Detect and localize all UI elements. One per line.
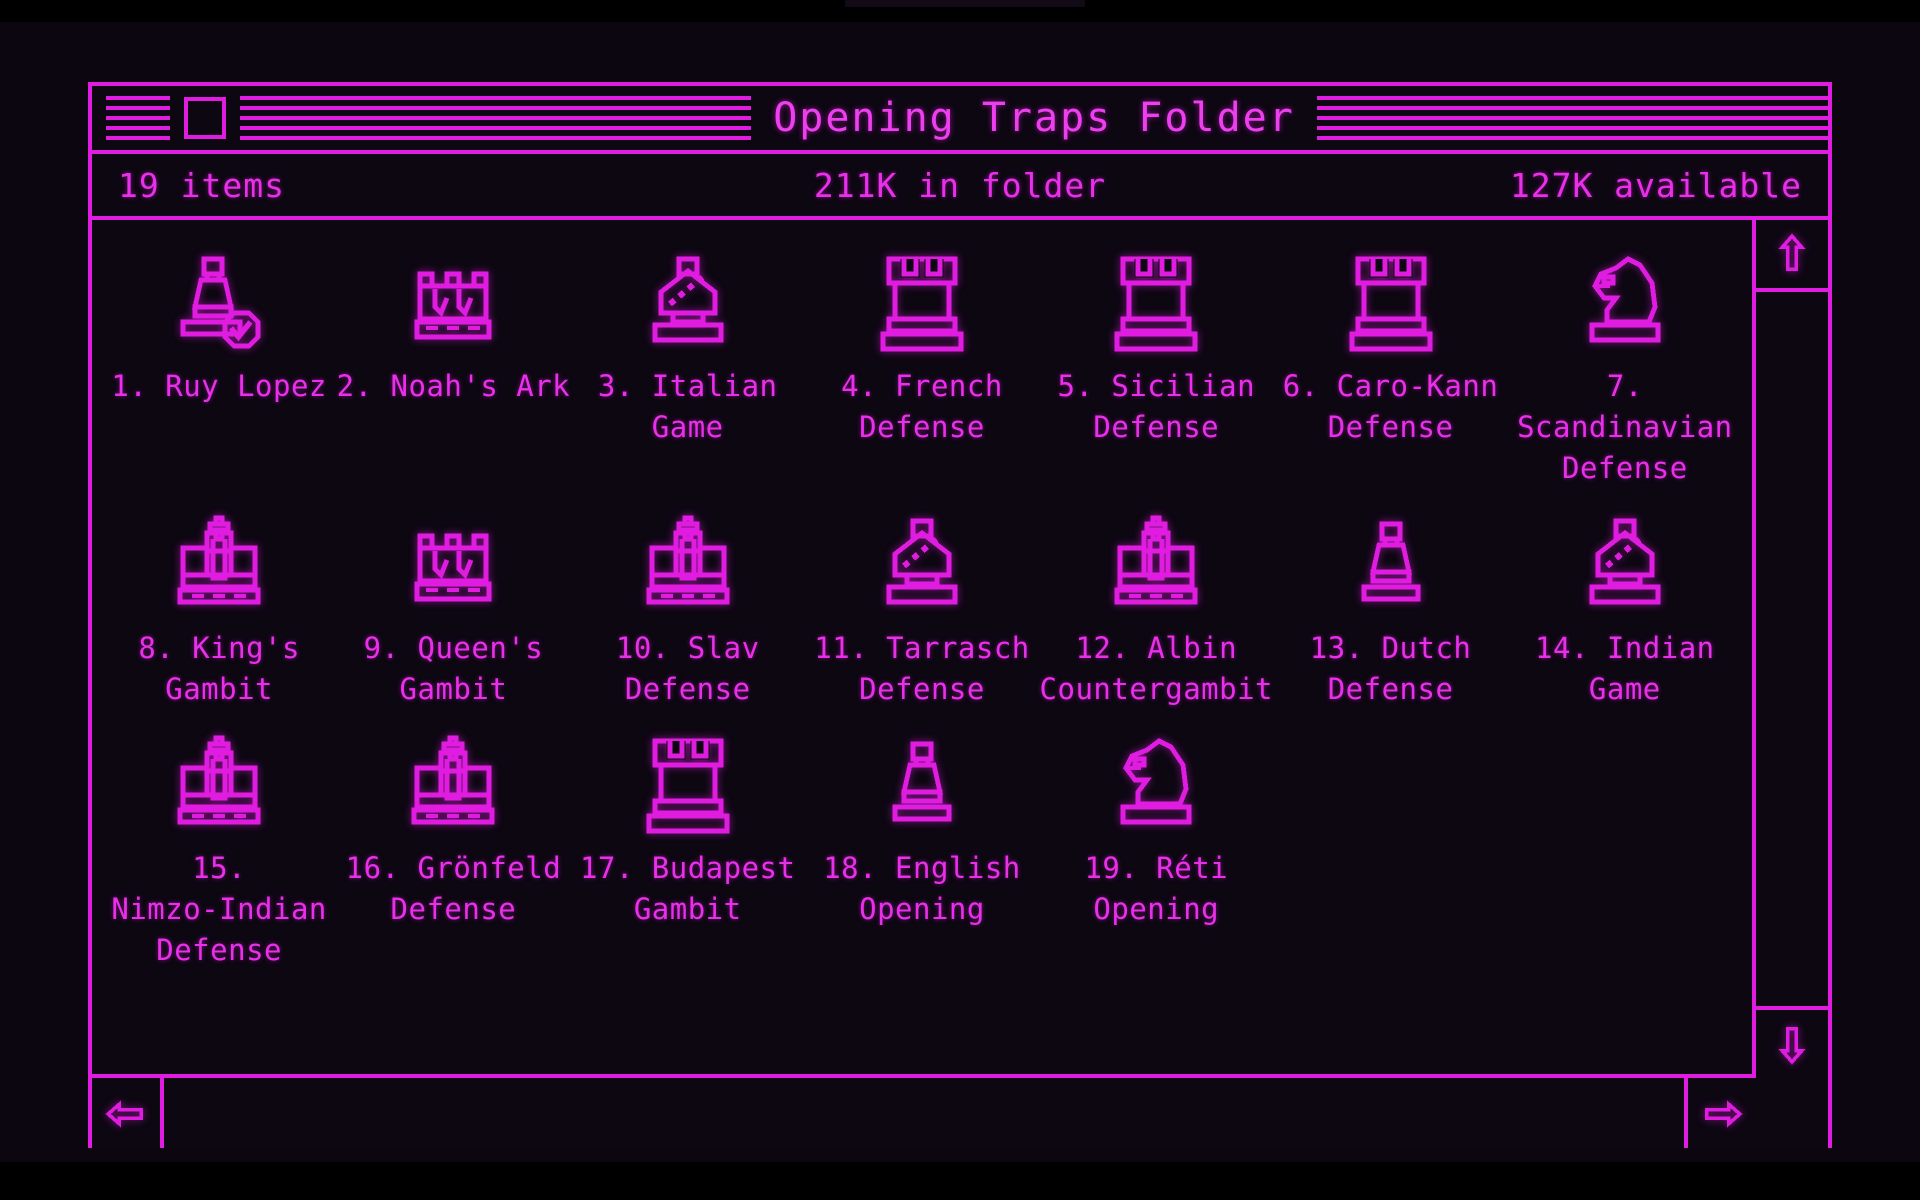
file-item[interactable]: 8. King's Gambit	[102, 508, 336, 710]
window-titlebar[interactable]: Opening Traps Folder	[92, 86, 1828, 154]
item-count: 19 items	[118, 165, 285, 205]
bishop-icon	[640, 252, 736, 356]
arrow-up-icon	[1770, 232, 1814, 276]
rook-icon	[640, 734, 736, 838]
file-item-label: 2. Noah's Ark	[336, 369, 571, 403]
file-item-label: 3. Italian Game	[597, 369, 778, 445]
king-icon	[1108, 514, 1204, 618]
file-item[interactable]: 10. Slav Defense	[571, 508, 805, 710]
vertical-scroll-track[interactable]	[1756, 292, 1828, 1006]
file-item-label: 8. King's Gambit	[138, 630, 300, 706]
file-item-label: 16. Grönfeld Defense	[345, 850, 562, 927]
file-item-label: 17. Budapest Gambit	[579, 850, 796, 927]
file-item[interactable]: 13. Dutch Defense	[1273, 508, 1507, 710]
file-item[interactable]: 16. Grönfeld Defense	[336, 728, 570, 972]
file-item[interactable]: 6. Caro-Kann Defense	[1273, 246, 1507, 490]
file-item-label: 15. Nimzo-Indian Defense	[111, 850, 327, 968]
bishop-icon	[1577, 514, 1673, 618]
titlebar-stripes-right	[1316, 96, 1828, 140]
rook-icon	[874, 252, 970, 356]
file-item[interactable]: 17. Budapest Gambit	[571, 728, 805, 972]
file-item-label: 5. Sicilian Defense	[1057, 369, 1256, 445]
knight-icon	[1577, 252, 1673, 356]
file-item[interactable]: 5. Sicilian Defense	[1039, 246, 1273, 490]
screen-bottom-band	[0, 1148, 1920, 1200]
window-content: 1. Ruy Lopez 2. Noah's Ark 3. Italian Game…	[92, 220, 1828, 1150]
file-item[interactable]: 2. Noah's Ark	[336, 246, 570, 490]
file-item-label: 6. Caro-Kann Defense	[1282, 369, 1499, 445]
file-item[interactable]: 19. Réti Opening	[1039, 728, 1273, 972]
crown-icon	[405, 514, 501, 618]
crown-icon	[405, 252, 501, 356]
vertical-scrollbar[interactable]	[1756, 220, 1828, 1078]
folder-window[interactable]: Opening Traps Folder 19 items 211K in fo…	[88, 82, 1832, 1154]
window-title: Opening Traps Folder	[773, 95, 1295, 141]
scrollbar-corner	[1756, 1078, 1828, 1150]
file-item-label: 12. Albin Countergambit	[1039, 630, 1274, 706]
titlebar-stripes-far-left	[106, 96, 170, 140]
file-item[interactable]: 3. Italian Game	[571, 246, 805, 490]
file-item-label: 14. Indian Game	[1535, 630, 1715, 706]
file-item[interactable]: 15. Nimzo-Indian Defense	[102, 728, 336, 972]
file-item-label: 19. Réti Opening	[1084, 850, 1229, 927]
file-grid: 1. Ruy Lopez 2. Noah's Ark 3. Italian Game…	[102, 246, 1742, 971]
file-item[interactable]: 1. Ruy Lopez	[102, 246, 336, 490]
screen-notch	[845, 0, 1085, 7]
king-icon	[171, 514, 267, 618]
file-item-label: 9. Queen's Gambit	[363, 630, 544, 706]
knight-icon	[1108, 734, 1204, 838]
rook-icon	[1343, 252, 1439, 356]
close-box[interactable]	[184, 97, 226, 139]
file-item-label: 13. Dutch Defense	[1309, 630, 1472, 706]
pawn-icon	[1343, 514, 1439, 618]
scroll-up-button[interactable]	[1756, 220, 1828, 292]
file-item[interactable]: 14. Indian Game	[1508, 508, 1742, 710]
folder-size: 211K in folder	[813, 165, 1107, 205]
file-item-label: 10. Slav Defense	[615, 630, 760, 706]
desktop-background: Opening Traps Folder 19 items 211K in fo…	[0, 22, 1920, 1154]
file-item[interactable]: 11. Tarrasch Defense	[805, 508, 1039, 710]
king-icon	[405, 734, 501, 838]
file-item-label: 7. Scandinavian Defense	[1517, 369, 1733, 486]
file-item-label: 4. French Defense	[841, 369, 1003, 445]
horizontal-scrollbar[interactable]	[92, 1078, 1756, 1150]
horizontal-scroll-track[interactable]	[164, 1078, 1684, 1150]
screen-bottom-band-inner	[0, 1148, 1920, 1162]
arrow-right-icon	[1700, 1092, 1744, 1136]
crt-screen: Opening Traps Folder 19 items 211K in fo…	[0, 0, 1920, 1200]
file-item-label: 18. English Opening	[823, 850, 1021, 927]
arrow-left-icon	[104, 1092, 148, 1136]
file-item[interactable]: 7. Scandinavian Defense	[1508, 246, 1742, 490]
file-item[interactable]: 18. English Opening	[805, 728, 1039, 972]
titlebar-stripes-left	[240, 96, 752, 140]
king-icon	[171, 734, 267, 838]
pawn-checked-icon	[171, 252, 267, 356]
file-item[interactable]: 12. Albin Countergambit	[1039, 508, 1273, 710]
king-icon	[640, 514, 736, 618]
scroll-left-button[interactable]	[92, 1078, 164, 1150]
rook-icon	[1108, 252, 1204, 356]
disk-available: 127K available	[1509, 165, 1802, 205]
scroll-right-button[interactable]	[1684, 1078, 1756, 1150]
pawn-icon	[874, 734, 970, 838]
icon-pane[interactable]: 1. Ruy Lopez 2. Noah's Ark 3. Italian Game…	[92, 220, 1756, 1078]
scroll-down-button[interactable]	[1756, 1006, 1828, 1078]
folder-statusbar: 19 items 211K in folder 127K available	[92, 154, 1828, 220]
file-item-label: 1. Ruy Lopez	[111, 369, 327, 403]
file-item[interactable]: 4. French Defense	[805, 246, 1039, 490]
arrow-down-icon	[1770, 1022, 1814, 1066]
bishop-icon	[874, 514, 970, 618]
file-item-label: 11. Tarrasch Defense	[814, 630, 1030, 706]
file-item[interactable]: 9. Queen's Gambit	[336, 508, 570, 710]
